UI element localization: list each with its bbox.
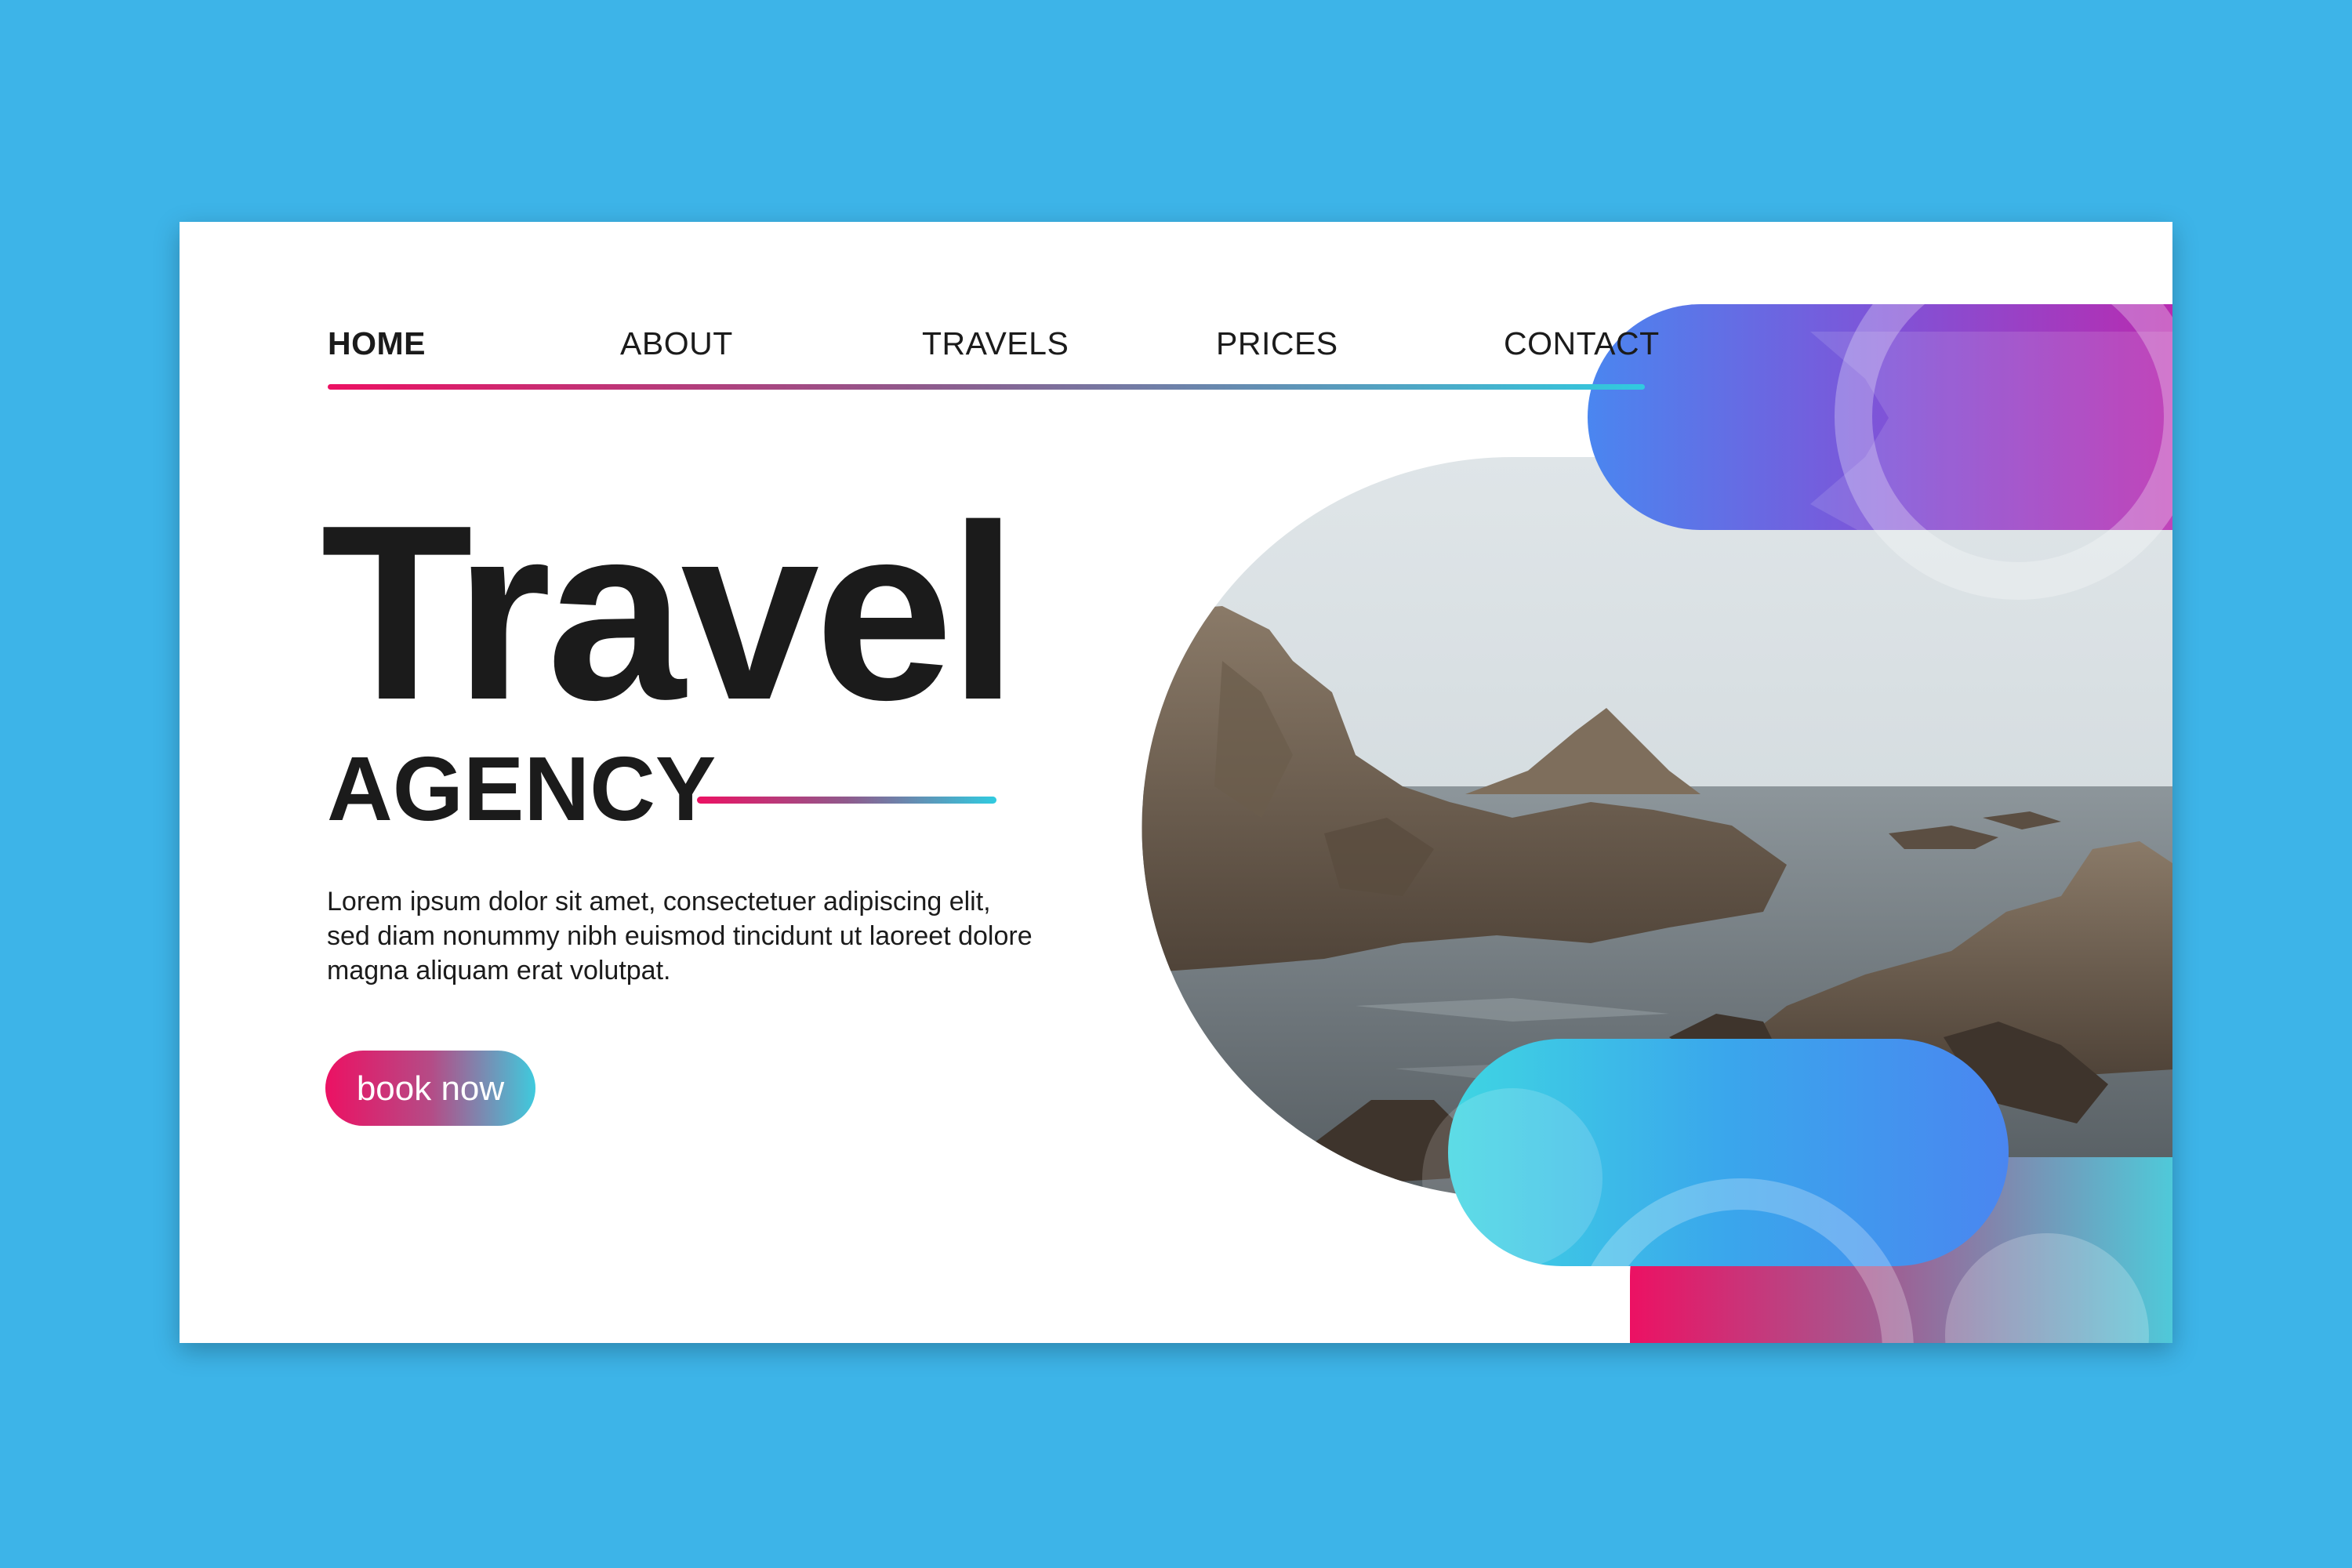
nav-item-about[interactable]: ABOUT (620, 325, 733, 362)
nav-item-contact[interactable]: CONTACT (1504, 325, 1660, 362)
main-nav: HOME ABOUT TRAVELS PRICES CONTACT (328, 325, 1659, 380)
subtitle-divider (697, 797, 996, 804)
book-now-button[interactable]: book now (325, 1051, 535, 1126)
nav-item-prices[interactable]: PRICES (1216, 325, 1338, 362)
nav-item-home[interactable]: HOME (328, 325, 426, 362)
hero-title: Travel (321, 474, 1018, 752)
landing-page-card: HOME ABOUT TRAVELS PRICES CONTACT Travel… (180, 222, 2172, 1343)
nav-underline (328, 384, 1645, 390)
nav-item-travels[interactable]: TRAVELS (922, 325, 1069, 362)
hero-description: Lorem ipsum dolor sit amet, consectetuer… (327, 887, 1033, 985)
hero-subtitle: AGENCY (327, 738, 717, 840)
